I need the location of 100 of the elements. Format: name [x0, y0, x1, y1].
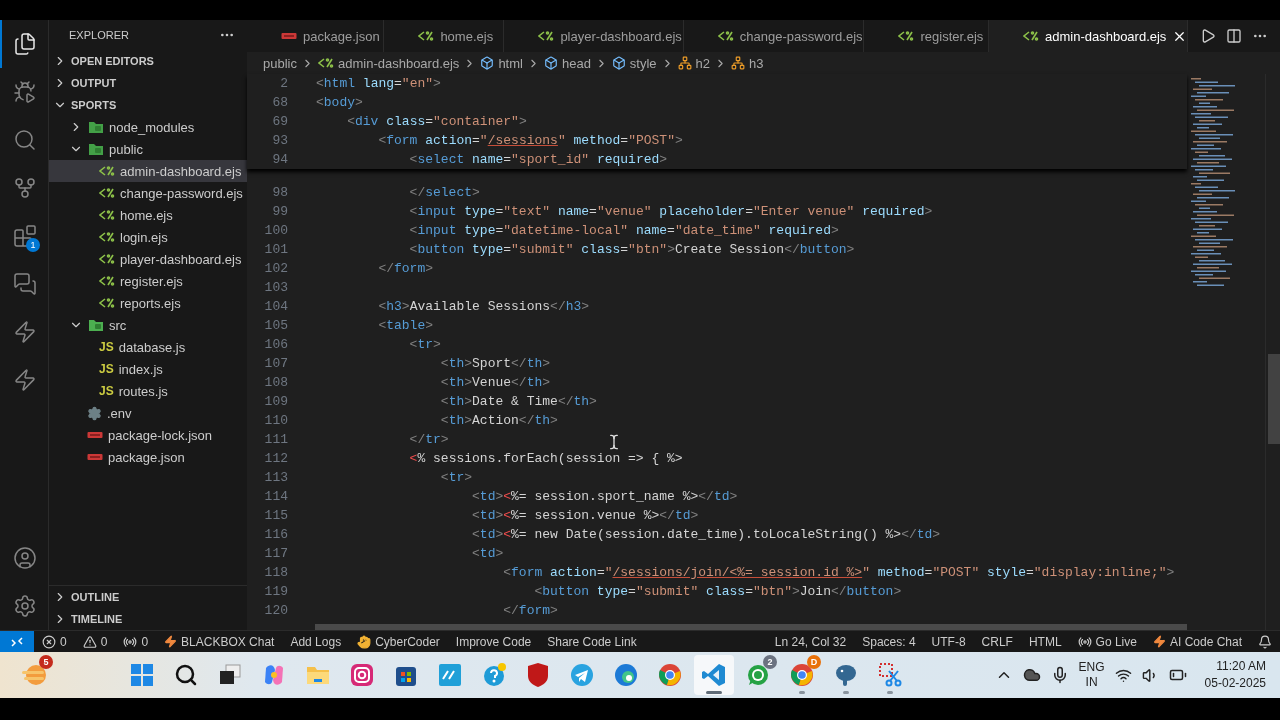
line-number: 103 [263, 279, 289, 297]
warning-count[interactable]: 0 [74, 634, 116, 649]
file-item[interactable]: .env [49, 402, 247, 424]
notification-badge: 5 [39, 655, 53, 669]
ejs-file-icon [538, 31, 555, 41]
section-header[interactable]: OUTLINE [49, 586, 247, 608]
line-number: 118 [263, 564, 289, 582]
ejs-file-icon [99, 188, 115, 198]
code-line: <th>Action</th> [439, 412, 558, 430]
line-number: 115 [263, 507, 289, 525]
breadcrumb-item[interactable]: html [480, 55, 523, 71]
structure-icon [677, 56, 692, 70]
status-item[interactable]: CyberCoder [349, 634, 448, 649]
file-item[interactable]: JS database.js [49, 336, 247, 358]
line-number: 107 [263, 355, 289, 373]
line-number: 112 [263, 450, 289, 468]
file-item[interactable]: register.ejs [49, 270, 247, 292]
taskbar-app[interactable]: 2 [738, 655, 778, 695]
scrollbar-thumb[interactable] [1268, 354, 1280, 444]
folder-item[interactable]: public [49, 138, 247, 160]
code-line: <div class="container"> [346, 113, 527, 131]
json-file-icon [87, 453, 103, 461]
notifications-icon[interactable] [1258, 634, 1272, 649]
clock[interactable]: 11:20 AM 05-02-2025 [1204, 658, 1266, 692]
breadcrumb-item[interactable]: head [543, 55, 591, 71]
structure-icon [731, 56, 746, 70]
windows-start-icon [129, 662, 155, 688]
status-item[interactable]: Go Live [1069, 634, 1145, 649]
line-number: 110 [263, 412, 289, 430]
cloud-icon[interactable] [1022, 666, 1041, 684]
status-item[interactable]: 0 [115, 634, 157, 649]
code-line: <% sessions.forEach(session => { %> [408, 450, 683, 468]
ejs-file-icon [99, 232, 115, 242]
line-number: 116 [263, 526, 289, 544]
section-header[interactable]: SPORTS [49, 94, 247, 116]
run-debug-icon [13, 80, 37, 104]
file-item[interactable]: package-lock.json [49, 424, 247, 446]
shield-icon [525, 662, 551, 688]
horizontal-scrollbar[interactable] [315, 624, 1187, 630]
section-header[interactable]: TIMELINE [49, 608, 247, 630]
chat-icon [13, 272, 37, 296]
status-item[interactable]: AI Code Chat [1144, 634, 1250, 649]
folder-icon [88, 318, 104, 332]
status-item[interactable]: CRLF [973, 634, 1021, 649]
code-line: <body> [315, 94, 363, 112]
code-line: <select name="sport_id" required> [408, 151, 668, 169]
breadcrumb-item[interactable]: admin-dashboard.ejs [317, 55, 460, 71]
ejs-file-icon [898, 31, 915, 41]
search-icon [174, 663, 198, 687]
code-line: </tr> [408, 431, 449, 449]
source-control-icon [13, 176, 37, 200]
play-icon[interactable] [1200, 28, 1216, 44]
ejs-file-icon [717, 31, 734, 41]
folder-item[interactable]: node_modules [49, 116, 247, 138]
status-item[interactable]: Share Code Link [539, 634, 645, 649]
file-item[interactable]: login.ejs [49, 226, 247, 248]
status-item[interactable]: UTF-8 [923, 634, 974, 649]
status-item[interactable]: Spaces: 4 [854, 634, 924, 649]
activity-button[interactable]: 1 [0, 212, 48, 260]
folder-item[interactable]: src [49, 314, 247, 336]
status-item[interactable]: BLACKBOX Chat [156, 634, 283, 649]
line-number: 109 [263, 393, 289, 411]
error-count[interactable]: 0 [34, 634, 75, 649]
line-number: 120 [263, 602, 289, 620]
file-item[interactable]: package.json [49, 446, 247, 468]
breadcrumb-item[interactable]: public [263, 55, 297, 71]
elephant-icon [833, 662, 859, 688]
file-item[interactable]: reports.ejs [49, 292, 247, 314]
telegram-icon [569, 662, 595, 688]
status-item[interactable]: Improve Code [447, 634, 540, 649]
line-number: 104 [263, 298, 289, 316]
status-item[interactable]: HTML [1020, 634, 1070, 649]
section-header[interactable]: OUTPUT [49, 72, 247, 94]
file-item[interactable]: admin-dashboard.ejs [49, 160, 247, 182]
status-item[interactable]: Add Logs [282, 634, 350, 649]
language-indicator[interactable]: ENG IN [1078, 660, 1105, 690]
running-indicator [799, 691, 805, 694]
line-number: 106 [263, 336, 289, 354]
cube-icon [611, 56, 626, 70]
search-icon [13, 128, 37, 152]
weather-widget[interactable]: 5 [14, 655, 54, 695]
file-item[interactable]: JS routes.js [49, 380, 247, 402]
line-number: 117 [263, 545, 289, 563]
file-item[interactable]: player-dashboard.ejs [49, 248, 247, 270]
file-item[interactable]: home.ejs [49, 204, 247, 226]
account-icon[interactable] [13, 546, 37, 570]
file-item[interactable]: JS index.js [49, 358, 247, 380]
lightning-icon [13, 368, 37, 392]
breadcrumb-item[interactable]: h2 [677, 55, 711, 71]
js-file-icon: JS [99, 384, 114, 398]
file-item[interactable]: change-password.ejs [49, 182, 247, 204]
code-line: <table> [377, 317, 434, 335]
breadcrumb-item[interactable]: h3 [731, 55, 764, 71]
section-header[interactable]: OPEN EDITORS [49, 50, 247, 72]
settings-icon[interactable] [13, 594, 37, 618]
editor-tab[interactable]: admin-dashboard.ejs [988, 20, 1188, 52]
status-item[interactable]: Ln 24, Col 32 [766, 634, 855, 649]
running-indicator [706, 691, 722, 694]
breadcrumb-item[interactable]: style [611, 55, 657, 71]
split-editor-icon[interactable] [1226, 28, 1242, 44]
